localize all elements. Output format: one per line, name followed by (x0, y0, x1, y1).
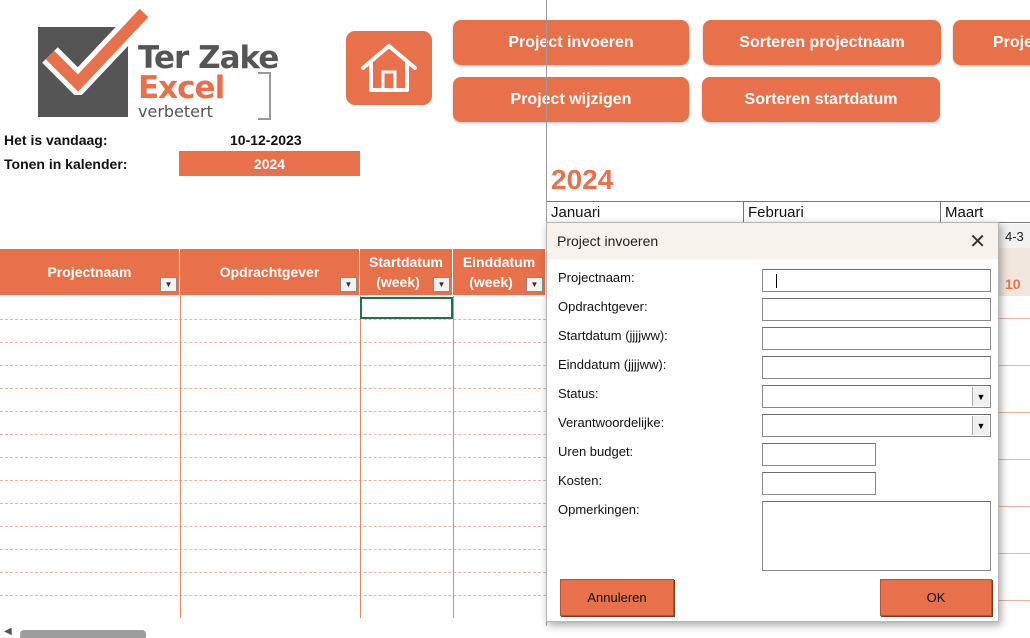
kosten-label: Kosten: (558, 473, 603, 488)
opdrachtgever-label: Opdrachtgever: (558, 299, 648, 314)
header-opdrachtgever[interactable]: Opdrachtgever ▼ (180, 249, 360, 295)
annuleren-button[interactable]: Annuleren (560, 579, 674, 616)
home-icon (361, 44, 417, 92)
projectnaam-label: Projectnaam: (558, 270, 635, 285)
chevron-down-icon[interactable]: ▼ (972, 416, 989, 435)
checkmark-icon (42, 5, 152, 95)
header-startdatum[interactable]: Startdatum (week) ▼ (360, 249, 453, 295)
header-label: Projectnaam (47, 264, 132, 280)
header-projectnaam[interactable]: Projectnaam ▼ (0, 249, 180, 295)
calendar-label: Tonen in kalender: (4, 156, 128, 172)
einddatum-field[interactable] (762, 356, 991, 379)
column-divider (453, 296, 454, 618)
chevron-down-icon[interactable]: ▼ (433, 277, 450, 292)
dialog-title: Project invoeren (557, 233, 659, 249)
calendar-year: 2024 (551, 164, 614, 195)
chevron-down-icon[interactable]: ▼ (340, 277, 357, 292)
project-invoeren-button[interactable]: Project invoeren (453, 20, 689, 65)
startdatum-label: Startdatum (jjjjww): (558, 328, 668, 343)
logo-bracket (258, 72, 271, 120)
scroll-left-icon[interactable]: ◀ (4, 626, 12, 637)
header-label: Einddatum (462, 254, 536, 270)
header-sublabel: (week) (376, 274, 420, 290)
sorteren-projectnaam-button[interactable]: Sorteren projectnaam (703, 20, 941, 65)
header-label: Opdrachtgever (219, 264, 320, 280)
kosten-field[interactable] (762, 472, 876, 495)
ok-button[interactable]: OK (880, 579, 992, 616)
week-header-cell: 4-3 (997, 224, 1030, 249)
header-einddatum[interactable]: Einddatum (week) ▼ (453, 249, 546, 295)
month-label: Januari (551, 204, 601, 221)
month-label: Maart (945, 204, 984, 221)
close-icon[interactable]: ✕ (969, 229, 986, 254)
header-sublabel: (week) (469, 274, 513, 290)
today-label: Het is vandaag: (4, 132, 108, 148)
sorteren-startdatum-button[interactable]: Sorteren startdatum (702, 77, 940, 122)
opdrachtgever-field[interactable] (762, 298, 991, 321)
project-invoeren-dialog: Project invoeren ✕ Projectnaam: Opdracht… (546, 222, 999, 622)
einddatum-label: Einddatum (jjjjww): (558, 357, 667, 372)
uren-budget-label: Uren budget: (558, 444, 634, 459)
opmerkingen-field[interactable] (762, 501, 991, 571)
selected-cell[interactable] (360, 297, 453, 319)
startdatum-field[interactable] (762, 327, 991, 350)
week-number-cell: 10 (997, 248, 1030, 296)
month-februari: Februari (743, 201, 941, 223)
month-maart: Maart (940, 201, 1030, 223)
week-number-label: 10 (1005, 276, 1021, 292)
header-label: Startdatum (369, 254, 443, 270)
table-body[interactable] (0, 296, 546, 618)
calendar-year-input[interactable]: 2024 (179, 151, 360, 176)
projectnaam-field[interactable] (762, 269, 991, 292)
opmerkingen-label: Opmerkingen: (558, 502, 640, 517)
chevron-down-icon[interactable]: ▼ (972, 387, 989, 406)
chevron-down-icon[interactable]: ▼ (160, 277, 177, 292)
column-divider (180, 296, 181, 618)
status-select[interactable]: ▼ (762, 385, 991, 408)
month-januari: Januari (547, 201, 743, 223)
uren-budget-field[interactable] (762, 443, 876, 466)
dialog-titlebar: Project invoeren ✕ (547, 223, 998, 259)
logo-line-2: Excel (138, 70, 225, 106)
verantwoordelijke-label: Verantwoordelijke: (558, 415, 665, 430)
month-label: Februari (748, 204, 804, 221)
project-wijzigen-button[interactable]: Project wijzigen (453, 77, 689, 122)
verantwoordelijke-select[interactable]: ▼ (762, 414, 991, 437)
text-cursor (776, 274, 777, 288)
week-header-label: 4-3 (1005, 229, 1024, 244)
today-value: 10-12-2023 (230, 132, 302, 148)
column-divider (360, 296, 361, 618)
status-label: Status: (558, 386, 599, 401)
project-extra-button[interactable]: Proje (953, 20, 1030, 65)
logo-line-3: verbetert (138, 102, 213, 121)
sheet-tab[interactable] (20, 630, 146, 638)
chevron-down-icon[interactable]: ▼ (526, 277, 543, 292)
calendar-grid-edge (997, 318, 1030, 618)
home-button[interactable] (346, 31, 432, 105)
